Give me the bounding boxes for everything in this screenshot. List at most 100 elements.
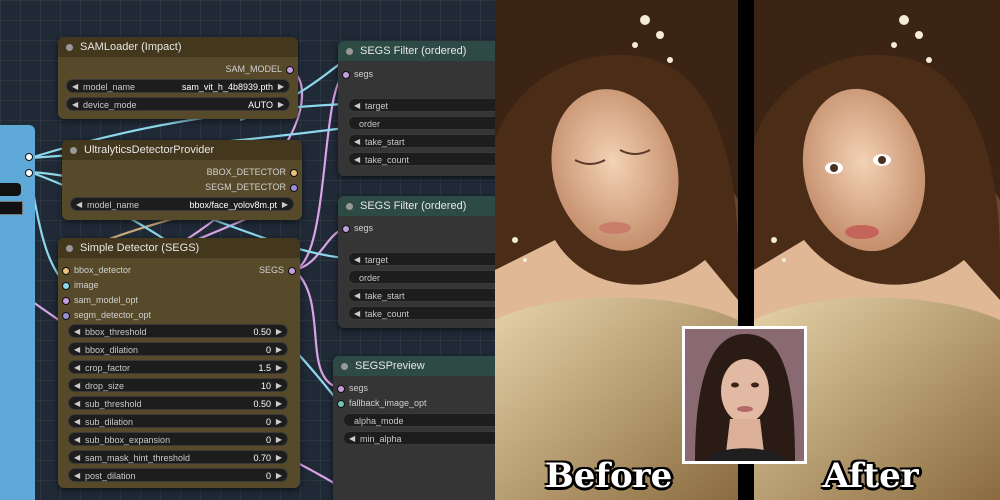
left-widget-box-2[interactable] <box>0 201 23 215</box>
before-after-comparison: Before After <box>495 0 1000 500</box>
image-input-socket[interactable] <box>62 282 70 290</box>
left-output-socket-1[interactable] <box>25 153 33 161</box>
segs-filter-node-2[interactable]: SEGS Filter (ordered) segs ◀ target order… <box>338 196 495 328</box>
segs-input-socket[interactable] <box>337 385 345 393</box>
alpha-mode-toggle[interactable]: alpha_mode <box>343 413 495 427</box>
arrow-right-icon[interactable]: ▶ <box>276 469 282 483</box>
sam-model-output-socket[interactable] <box>286 66 294 74</box>
image-input-label: image <box>74 280 99 290</box>
fallback-image-input-socket[interactable] <box>337 400 345 408</box>
segs-output-label: SEGS <box>258 265 284 275</box>
arrow-right-icon[interactable]: ▶ <box>276 397 282 411</box>
device-mode-combo[interactable]: ◀ device_mode AUTO ▶ <box>66 97 290 111</box>
post-dilation-slider[interactable]: ◀ post_dilation 0 ▶ <box>68 468 288 482</box>
bbox-threshold-slider[interactable]: ◀ bbox_threshold 0.50 ▶ <box>68 324 288 338</box>
segs-input-socket[interactable] <box>342 225 350 233</box>
arrow-left-icon[interactable]: ◀ <box>74 379 80 393</box>
arrow-left-icon[interactable]: ◀ <box>354 253 360 267</box>
arrow-left-icon[interactable]: ◀ <box>74 361 80 375</box>
arrow-left-icon[interactable]: ◀ <box>354 135 360 149</box>
arrow-right-icon[interactable]: ▶ <box>276 343 282 357</box>
sub-dilation-slider[interactable]: ◀ sub_dilation 0 ▶ <box>68 414 288 428</box>
target-combo[interactable]: ◀ target <box>348 252 495 266</box>
segs-preview-title: SEGSPreview <box>355 360 425 372</box>
arrow-left-icon[interactable]: ◀ <box>354 289 360 303</box>
collapse-dot-icon[interactable] <box>346 47 353 55</box>
take-count-slider[interactable]: ◀ take_count <box>348 152 495 166</box>
model-name-combo[interactable]: ◀ model_name bbox/face_yolov8m.pt ▶ <box>70 197 294 211</box>
arrow-right-icon[interactable]: ▶ <box>278 80 284 94</box>
segm-detector-opt-input-label: segm_detector_opt <box>74 310 152 320</box>
segs-filter-header[interactable]: SEGS Filter (ordered) <box>338 41 495 61</box>
arrow-left-icon[interactable]: ◀ <box>72 80 78 94</box>
arrow-left-icon[interactable]: ◀ <box>72 98 78 112</box>
arrow-left-icon[interactable]: ◀ <box>74 469 80 483</box>
segm-detector-output-socket[interactable] <box>290 184 298 192</box>
take-start-slider[interactable]: ◀ take_start <box>348 134 495 148</box>
take-count-slider[interactable]: ◀ take_count <box>348 306 495 320</box>
drop-size-slider[interactable]: ◀ drop_size 10 ▶ <box>68 378 288 392</box>
segs-input-socket[interactable] <box>342 71 350 79</box>
segs-preview-header[interactable]: SEGSPreview <box>333 356 495 376</box>
sam-mask-hint-threshold-slider[interactable]: ◀ sam_mask_hint_threshold 0.70 ▶ <box>68 450 288 464</box>
bbox-dilation-slider[interactable]: ◀ bbox_dilation 0 ▶ <box>68 342 288 356</box>
sub-bbox-expansion-slider[interactable]: ◀ sub_bbox_expansion 0 ▶ <box>68 432 288 446</box>
left-output-socket-2[interactable] <box>25 169 33 177</box>
arrow-left-icon[interactable]: ◀ <box>74 433 80 447</box>
bbox-detector-output-label: BBOX_DETECTOR <box>206 167 286 177</box>
simple-detector-header[interactable]: Simple Detector (SEGS) <box>58 238 300 258</box>
order-toggle[interactable]: order <box>348 270 495 284</box>
segs-output-socket[interactable] <box>288 267 296 275</box>
arrow-left-icon[interactable]: ◀ <box>354 153 360 167</box>
left-node-panel[interactable] <box>0 125 35 500</box>
segs-preview-node[interactable]: SEGSPreview segs fallback_image_opt alph… <box>333 356 495 500</box>
segs-filter-header[interactable]: SEGS Filter (ordered) <box>338 196 495 216</box>
left-widget-box[interactable] <box>0 183 21 196</box>
arrow-left-icon[interactable]: ◀ <box>349 432 355 446</box>
sam-loader-node[interactable]: SAMLoader (Impact) SAM_MODEL ◀ model_nam… <box>58 37 298 119</box>
reference-face-photo <box>682 326 807 464</box>
segm-detector-input-socket[interactable] <box>62 312 70 320</box>
collapse-dot-icon[interactable] <box>66 43 73 51</box>
arrow-left-icon[interactable]: ◀ <box>354 307 360 321</box>
sub-threshold-slider[interactable]: ◀ sub_threshold 0.50 ▶ <box>68 396 288 410</box>
order-toggle[interactable]: order <box>348 116 495 130</box>
sam-loader-header[interactable]: SAMLoader (Impact) <box>58 37 298 57</box>
collapse-dot-icon[interactable] <box>66 244 73 252</box>
collapse-dot-icon[interactable] <box>70 146 77 154</box>
arrow-right-icon[interactable]: ▶ <box>276 451 282 465</box>
arrow-left-icon[interactable]: ◀ <box>74 451 80 465</box>
node-graph-canvas[interactable]: SAMLoader (Impact) SAM_MODEL ◀ model_nam… <box>0 0 495 500</box>
collapse-dot-icon[interactable] <box>341 362 348 370</box>
arrow-right-icon[interactable]: ▶ <box>282 198 288 212</box>
segs-filter-node-1[interactable]: SEGS Filter (ordered) segs ◀ target order… <box>338 41 495 176</box>
sam-model-opt-input-label: sam_model_opt <box>74 295 139 305</box>
arrow-left-icon[interactable]: ◀ <box>74 325 80 339</box>
collapse-dot-icon[interactable] <box>346 202 353 210</box>
arrow-left-icon[interactable]: ◀ <box>76 198 82 212</box>
ultralytics-header[interactable]: UltralyticsDetectorProvider <box>62 140 302 160</box>
arrow-right-icon[interactable]: ▶ <box>276 379 282 393</box>
bbox-detector-output-socket[interactable] <box>290 169 298 177</box>
arrow-left-icon[interactable]: ◀ <box>74 343 80 357</box>
sam-loader-title: SAMLoader (Impact) <box>80 41 182 53</box>
bbox-detector-input-socket[interactable] <box>62 267 70 275</box>
min-alpha-slider[interactable]: ◀ min_alpha <box>343 431 495 445</box>
arrow-left-icon[interactable]: ◀ <box>354 99 360 113</box>
target-combo[interactable]: ◀ target <box>348 98 495 112</box>
take-start-slider[interactable]: ◀ take_start <box>348 288 495 302</box>
arrow-left-icon[interactable]: ◀ <box>74 397 80 411</box>
after-caption: After <box>823 456 919 496</box>
arrow-right-icon[interactable]: ▶ <box>276 415 282 429</box>
arrow-right-icon[interactable]: ▶ <box>276 361 282 375</box>
ultralytics-detector-node[interactable]: UltralyticsDetectorProvider BBOX_DETECTO… <box>62 140 302 220</box>
arrow-right-icon[interactable]: ▶ <box>276 433 282 447</box>
arrow-right-icon[interactable]: ▶ <box>278 98 284 112</box>
sam-model-input-socket[interactable] <box>62 297 70 305</box>
simple-detector-node[interactable]: Simple Detector (SEGS) bbox_detector ima… <box>58 238 300 488</box>
arrow-left-icon[interactable]: ◀ <box>74 415 80 429</box>
model-name-combo[interactable]: ◀ model_name sam_vit_h_4b8939.pth ▶ <box>66 79 290 93</box>
crop-factor-slider[interactable]: ◀ crop_factor 1.5 ▶ <box>68 360 288 374</box>
arrow-right-icon[interactable]: ▶ <box>276 325 282 339</box>
segs-input-label: segs <box>354 223 374 233</box>
